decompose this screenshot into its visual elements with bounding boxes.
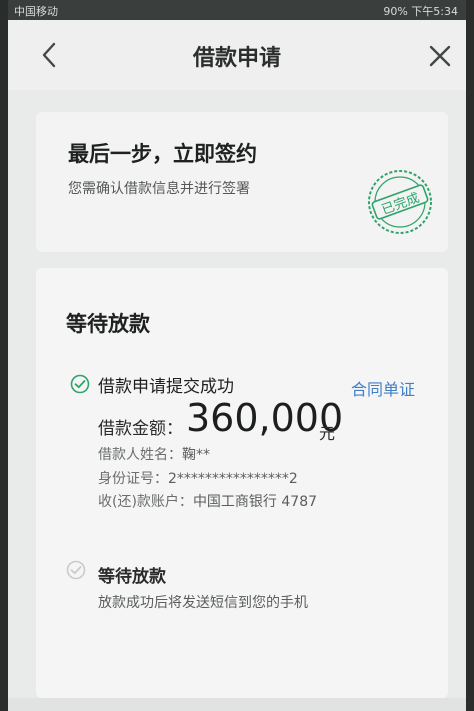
step1-label: 借款申请提交成功 bbox=[98, 377, 234, 397]
id-row: 身份证号：2****************2 bbox=[98, 468, 298, 488]
id-label: 身份证号： bbox=[98, 471, 168, 487]
bottom-strip bbox=[8, 698, 466, 711]
nav-bar: 借款申请 bbox=[8, 20, 466, 90]
status-bar: 中国移动 90% 下午5:34 bbox=[8, 0, 466, 20]
carrier-text: 中国移动 bbox=[14, 5, 58, 18]
account-row: 收(还)款账户：中国工商银行 4787 bbox=[98, 491, 317, 511]
completed-stamp: 已完成 bbox=[364, 166, 436, 238]
waiting-card: 等待放款 借款申请提交成功 合同单证 借款金额： 360,000 元 借款人姓名… bbox=[36, 268, 448, 698]
borrower-row: 借款人姓名：鞠** bbox=[98, 444, 210, 464]
check-circle-icon bbox=[70, 374, 90, 394]
final-step-title: 最后一步，立即签约 bbox=[68, 142, 257, 166]
account-label: 收(还)款账户： bbox=[98, 494, 193, 510]
page-title: 借款申请 bbox=[192, 46, 281, 71]
amount-label: 借款金额： bbox=[98, 419, 183, 439]
pending-check-icon bbox=[66, 560, 86, 580]
step2-subtitle: 放款成功后将发送短信到您的手机 bbox=[98, 595, 308, 611]
final-step-subtitle: 您需确认借款信息并进行签署 bbox=[68, 181, 250, 197]
amount-unit: 元 bbox=[319, 424, 336, 443]
id-value: 2****************2 bbox=[168, 471, 298, 487]
waiting-title: 等待放款 bbox=[66, 312, 150, 336]
account-value: 中国工商银行 4787 bbox=[192, 494, 318, 510]
final-step-card: 最后一步，立即签约 您需确认借款信息并进行签署 已完成 bbox=[36, 112, 448, 252]
close-icon[interactable] bbox=[426, 42, 454, 70]
contract-link[interactable]: 合同单证 bbox=[351, 376, 415, 400]
borrower-value: 鞠** bbox=[182, 447, 210, 463]
step2-label: 等待放款 bbox=[98, 567, 166, 587]
status-right: 90% 下午5:34 bbox=[383, 5, 458, 18]
phone-screen: 中国移动 90% 下午5:34 借款申请 最后一步，立即签约 您需确认借款信息并… bbox=[8, 0, 466, 711]
borrower-label: 借款人姓名： bbox=[98, 447, 182, 463]
